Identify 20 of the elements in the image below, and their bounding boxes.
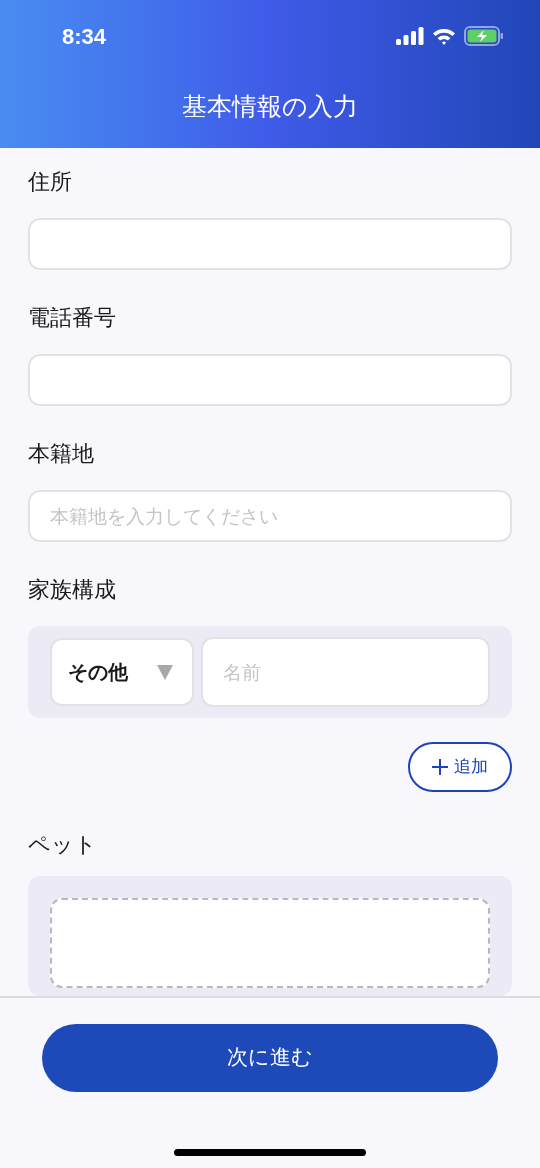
- relation-dropdown[interactable]: その他: [50, 638, 194, 707]
- input-field[interactable]: 本籍地を入力してください: [28, 490, 512, 543]
- plus-icon: [432, 759, 448, 775]
- caret-icon: [156, 663, 174, 682]
- field-label: 住所: [28, 168, 73, 196]
- field-label: ペット: [28, 831, 98, 859]
- signal-icon: [396, 27, 424, 45]
- wifi-icon: [432, 27, 456, 45]
- input-field[interactable]: [28, 354, 512, 407]
- status-time: 8:34: [62, 22, 107, 51]
- next-button[interactable]: 次に進む: [42, 1024, 498, 1092]
- add-button[interactable]: 追加: [408, 742, 512, 792]
- page-title: 基本情報の入力: [182, 91, 358, 124]
- input-field[interactable]: [28, 218, 512, 271]
- field-label: 電話番号: [28, 304, 117, 333]
- dropdown-value: その他: [68, 659, 128, 687]
- field-label: 家族構成: [28, 576, 117, 605]
- battery-icon: [464, 26, 504, 46]
- field-label: 本籍地: [28, 440, 95, 469]
- name-field[interactable]: 名前: [201, 637, 490, 708]
